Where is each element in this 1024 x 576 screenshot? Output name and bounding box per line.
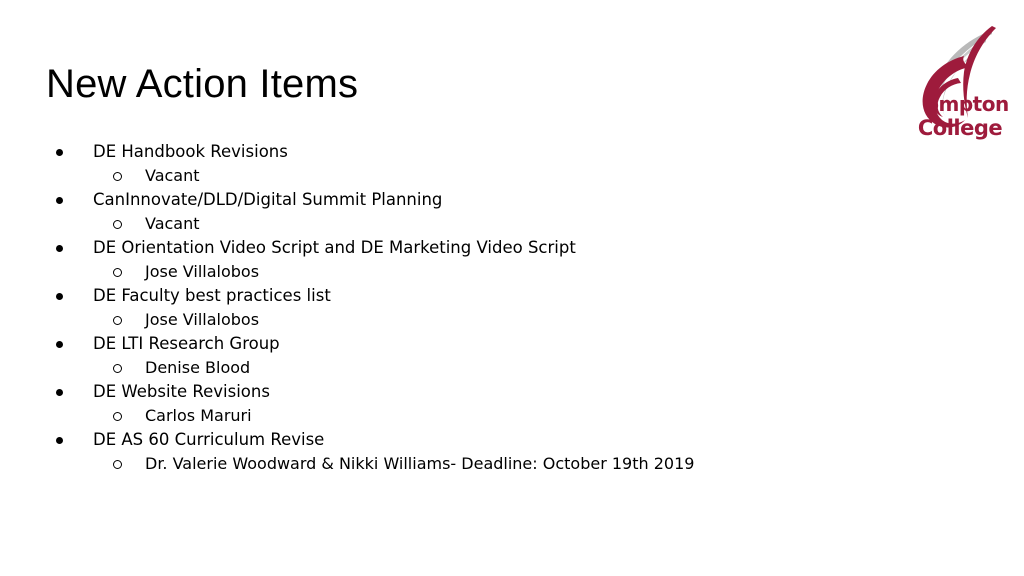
compton-college-logo: ompton College [908,26,1012,139]
sub-list-item: Vacant [56,212,956,236]
bullet-filled-icon [56,380,93,404]
list-item-label: DE Website Revisions [93,382,270,401]
sub-list-item: Dr. Valerie Woodward & Nikki Williams- D… [56,452,956,476]
sub-list-item-label: Vacant [145,166,200,185]
list-item: DE LTI Research Group [56,332,956,356]
bullet-hollow-icon [113,212,145,236]
list-item-label: DE AS 60 Curriculum Revise [93,430,325,449]
bullet-filled-icon [56,140,93,164]
list-item: DE Handbook Revisions [56,140,956,164]
action-items-list: DE Handbook Revisions Vacant CanInnovate/D… [56,140,956,476]
bullet-filled-icon [56,188,93,212]
sub-list-item-label: Jose Villalobos [145,262,260,281]
list-item: CanInnovate/DLD/Digital Summit Planning [56,188,956,212]
sub-list-item: Jose Villalobos [56,260,956,284]
sub-list-item-label: Vacant [145,214,200,233]
sub-list-item-label: Carlos Maruri [145,406,252,425]
list-item: DE Orientation Video Script and DE Marke… [56,236,956,260]
bullet-hollow-icon [113,308,145,332]
sub-list-item-label: Denise Blood [145,358,251,377]
list-item-label: DE LTI Research Group [93,334,280,353]
bullet-hollow-icon [113,452,145,476]
list-item: DE Website Revisions [56,380,956,404]
page-title: New Action Items [46,62,359,106]
sub-list-item: Jose Villalobos [56,308,956,332]
bullet-hollow-icon [113,356,145,380]
list-item: DE Faculty best practices list [56,284,956,308]
bullet-hollow-icon [113,260,145,284]
bullet-filled-icon [56,236,93,260]
bullet-filled-icon [56,428,93,452]
sub-list-item: Denise Blood [56,356,956,380]
bullet-filled-icon [56,284,93,308]
list-item-label: DE Handbook Revisions [93,142,288,161]
list-item-label: CanInnovate/DLD/Digital Summit Planning [93,190,443,209]
bullet-hollow-icon [113,404,145,428]
slide-canvas: New Action Items DE Handbook Revisions Va… [0,0,1024,576]
sub-list-item-label: Jose Villalobos [145,310,260,329]
bullet-hollow-icon [113,164,145,188]
sub-list-item: Carlos Maruri [56,404,956,428]
list-item: DE AS 60 Curriculum Revise [56,428,956,452]
sub-list-item: Vacant [56,164,956,188]
sub-list-item-label: Dr. Valerie Woodward & Nikki Williams- D… [145,454,695,473]
list-item-label: DE Orientation Video Script and DE Marke… [93,238,576,257]
list-item-label: DE Faculty best practices list [93,286,331,305]
bullet-filled-icon [56,332,93,356]
